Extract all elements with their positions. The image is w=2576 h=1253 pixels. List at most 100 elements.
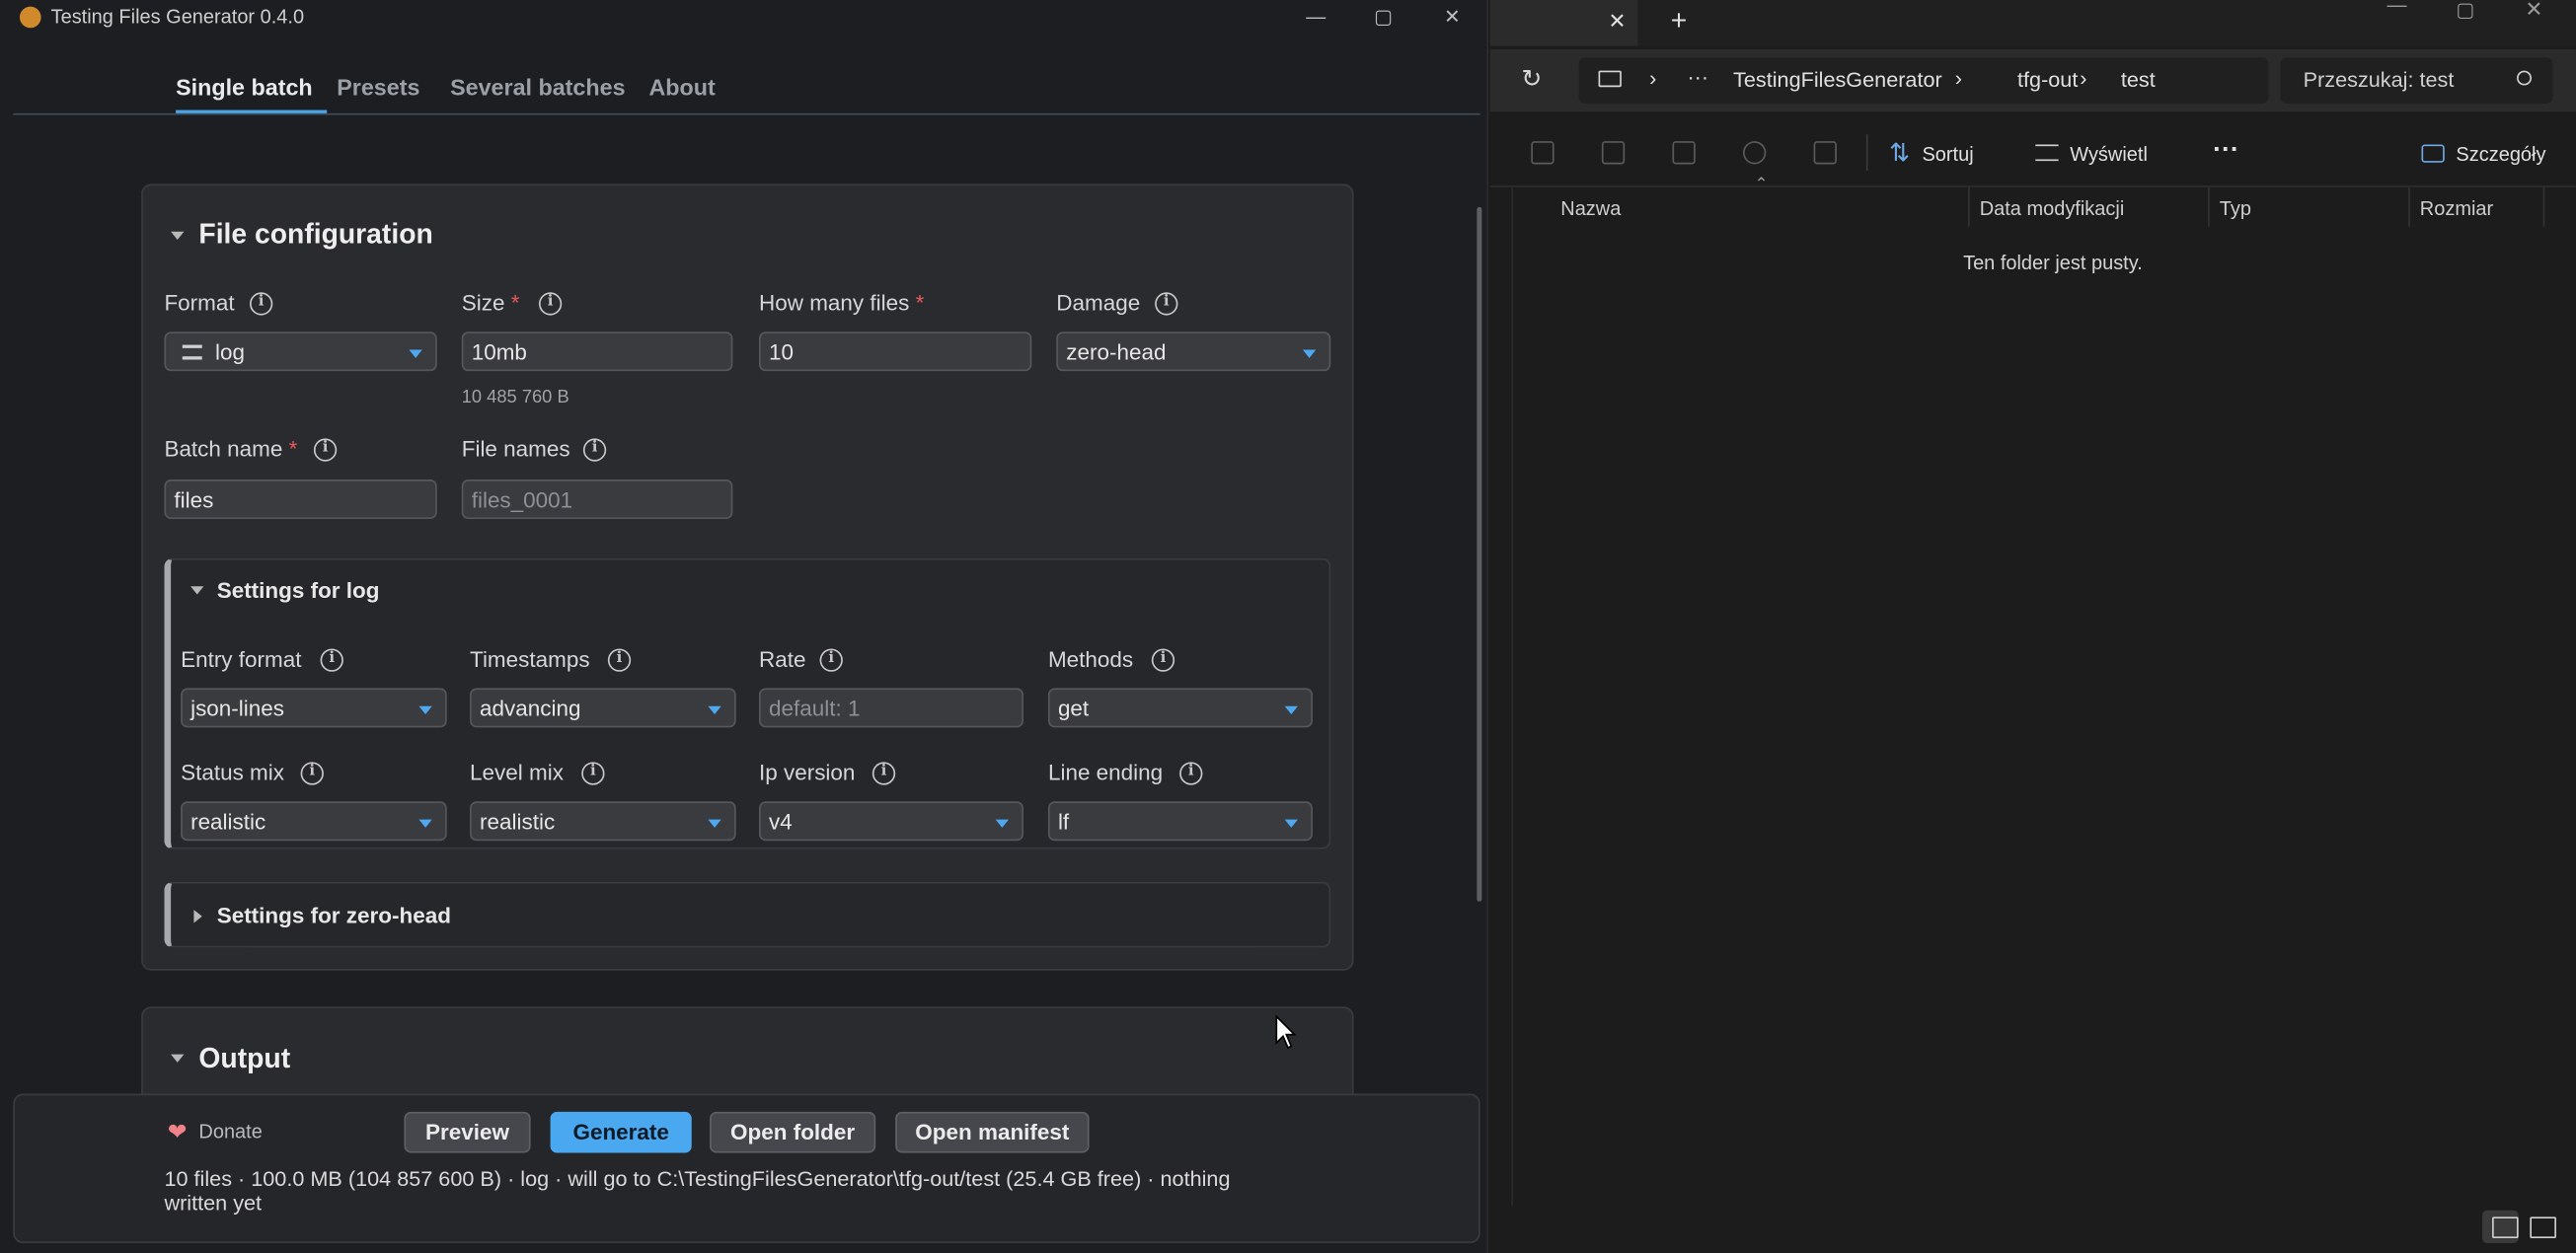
minimize-button[interactable]: — — [1283, 0, 1349, 37]
delete-icon[interactable] — [1813, 141, 1837, 165]
open-folder-button[interactable]: Open folder — [710, 1111, 876, 1153]
column-header-date-modified[interactable]: Data modyfikacji — [1980, 197, 2125, 220]
status-mix-value: realistic — [190, 809, 266, 835]
refresh-icon[interactable]: ↻ — [1521, 64, 1542, 94]
collapse-caret-icon[interactable] — [171, 231, 185, 241]
close-icon[interactable]: ✕ — [2525, 0, 2542, 23]
size-label: Size * — [462, 291, 520, 316]
settings-for-log-title[interactable]: Settings for log — [217, 578, 380, 603]
column-header-size[interactable]: Rozmiar — [2420, 197, 2493, 220]
details-button[interactable]: Szczegóły — [2456, 143, 2545, 166]
breadcrumb[interactable]: › ··· TestingFilesGenerator › tfg-out › … — [1578, 57, 2269, 104]
level-mix-select[interactable]: realistic — [470, 801, 736, 842]
heart-icon: ❤ — [167, 1118, 188, 1145]
line-ending-select[interactable]: lf — [1047, 801, 1313, 842]
entry-format-info-icon[interactable]: i — [320, 648, 343, 672]
status-mix-select[interactable]: realistic — [181, 801, 447, 842]
status-mix-info-icon[interactable]: i — [300, 762, 324, 785]
output-title[interactable]: Output — [198, 1043, 290, 1075]
preview-button[interactable]: Preview — [404, 1111, 531, 1153]
ip-version-value: v4 — [768, 809, 793, 835]
settings-for-zero-head-title[interactable]: Settings for zero-head — [217, 903, 451, 927]
methods-label: Methods — [1047, 646, 1134, 672]
format-select[interactable]: log — [164, 332, 437, 372]
details-pane-icon — [2421, 144, 2445, 163]
column-header-type[interactable]: Typ — [2220, 197, 2251, 220]
methods-info-icon[interactable]: i — [1151, 648, 1175, 672]
search-icon — [2517, 70, 2532, 86]
format-info-icon[interactable]: i — [250, 292, 273, 316]
tab-close-icon[interactable]: ✕ — [1609, 8, 1627, 35]
file-names-info-icon[interactable]: i — [582, 438, 607, 462]
batch-name-info-icon[interactable]: i — [313, 438, 338, 462]
line-ending-info-icon[interactable]: i — [1179, 762, 1203, 785]
open-manifest-button[interactable]: Open manifest — [895, 1111, 1090, 1153]
timestamps-value: advancing — [480, 696, 581, 721]
rename-icon[interactable] — [1672, 141, 1696, 165]
address-bar: ↻ › ··· TestingFilesGenerator › tfg-out … — [1489, 48, 2576, 112]
tab-about[interactable]: About — [648, 74, 715, 101]
search-placeholder: Przeszukaj: test — [2303, 67, 2455, 93]
timestamps-select[interactable]: advancing — [470, 688, 736, 728]
damage-select[interactable]: zero-head — [1056, 332, 1331, 372]
ip-version-info-icon[interactable]: i — [871, 762, 896, 785]
file-explorer-window: ✕ + — ▢ ✕ ↻ › ··· TestingFilesGenerator … — [1489, 0, 2576, 1253]
expand-caret-icon[interactable] — [193, 910, 202, 923]
chevron-down-icon — [1284, 819, 1298, 828]
size-input[interactable]: 10mb — [461, 332, 733, 372]
column-separator[interactable] — [2542, 186, 2545, 227]
size-bytes-hint: 10 485 760 B — [461, 387, 569, 407]
search-input[interactable]: Przeszukaj: test — [2280, 57, 2553, 104]
paste-icon[interactable] — [1601, 141, 1626, 165]
toolbar-divider — [1865, 134, 1868, 172]
timestamps-label: Timestamps — [470, 646, 590, 672]
breadcrumb-item[interactable]: TestingFilesGenerator — [1733, 67, 1942, 92]
rate-input[interactable]: default: 1 — [758, 688, 1023, 728]
sort-button[interactable]: Sortuj — [1922, 143, 1973, 166]
timestamps-info-icon[interactable]: i — [607, 648, 632, 672]
view-button[interactable]: Wyświetl — [2070, 143, 2148, 166]
breadcrumb-separator: › — [2080, 65, 2087, 91]
column-separator[interactable] — [2408, 186, 2410, 227]
breadcrumb-item[interactable]: test — [2121, 67, 2156, 92]
explorer-toolbar: ⇅ Sortuj Wyświetl ··· Szczegóły — [1489, 117, 2576, 187]
batch-name-input[interactable]: files — [164, 479, 437, 519]
breadcrumb-separator: › — [1954, 65, 1962, 91]
copy-icon[interactable] — [1531, 141, 1554, 165]
level-mix-info-icon[interactable]: i — [581, 762, 605, 785]
donate-link[interactable]: Donate — [198, 1120, 262, 1142]
batch-name-label-text: Batch name — [164, 436, 283, 462]
collapse-caret-icon[interactable] — [171, 1054, 185, 1063]
maximize-icon[interactable]: ▢ — [2456, 0, 2474, 22]
entry-format-select[interactable]: json-lines — [181, 688, 447, 728]
tab-single-batch[interactable]: Single batch — [176, 74, 313, 101]
scrollbar-thumb[interactable] — [1477, 206, 1482, 902]
generate-button[interactable]: Generate — [550, 1111, 692, 1153]
file-configuration-title[interactable]: File configuration — [198, 218, 432, 251]
large-icons-view-icon[interactable] — [2530, 1216, 2556, 1239]
maximize-button[interactable]: ▢ — [1350, 0, 1416, 37]
methods-select[interactable]: get — [1047, 688, 1313, 728]
collapse-caret-icon[interactable] — [190, 586, 204, 595]
app-window: Testing Files Generator 0.4.0 — ▢ ✕ Sing… — [0, 0, 1489, 1253]
list-icon — [182, 344, 202, 360]
column-separator[interactable] — [1968, 186, 1970, 227]
size-info-icon[interactable]: i — [538, 292, 563, 316]
minimize-icon[interactable]: — — [2387, 0, 2407, 17]
tab-presets[interactable]: Presets — [337, 74, 419, 101]
breadcrumb-overflow[interactable]: ··· — [1687, 64, 1708, 89]
new-tab-icon[interactable]: + — [1671, 5, 1688, 37]
rate-info-icon[interactable]: i — [819, 648, 843, 672]
file-names-input[interactable]: files_0001 — [461, 479, 733, 519]
breadcrumb-item[interactable]: tfg-out — [2017, 67, 2078, 92]
ip-version-select[interactable]: v4 — [758, 801, 1023, 842]
tab-several-batches[interactable]: Several batches — [450, 74, 625, 101]
close-button[interactable]: ✕ — [1419, 0, 1485, 37]
more-options-button[interactable]: ··· — [2213, 136, 2239, 166]
level-mix-value: realistic — [480, 809, 556, 835]
column-separator[interactable] — [2208, 186, 2210, 227]
column-header-name[interactable]: Nazwa — [1560, 197, 1621, 220]
share-icon[interactable] — [1743, 141, 1767, 165]
damage-info-icon[interactable]: i — [1155, 292, 1178, 316]
how-many-files-input[interactable]: 10 — [758, 332, 1032, 372]
